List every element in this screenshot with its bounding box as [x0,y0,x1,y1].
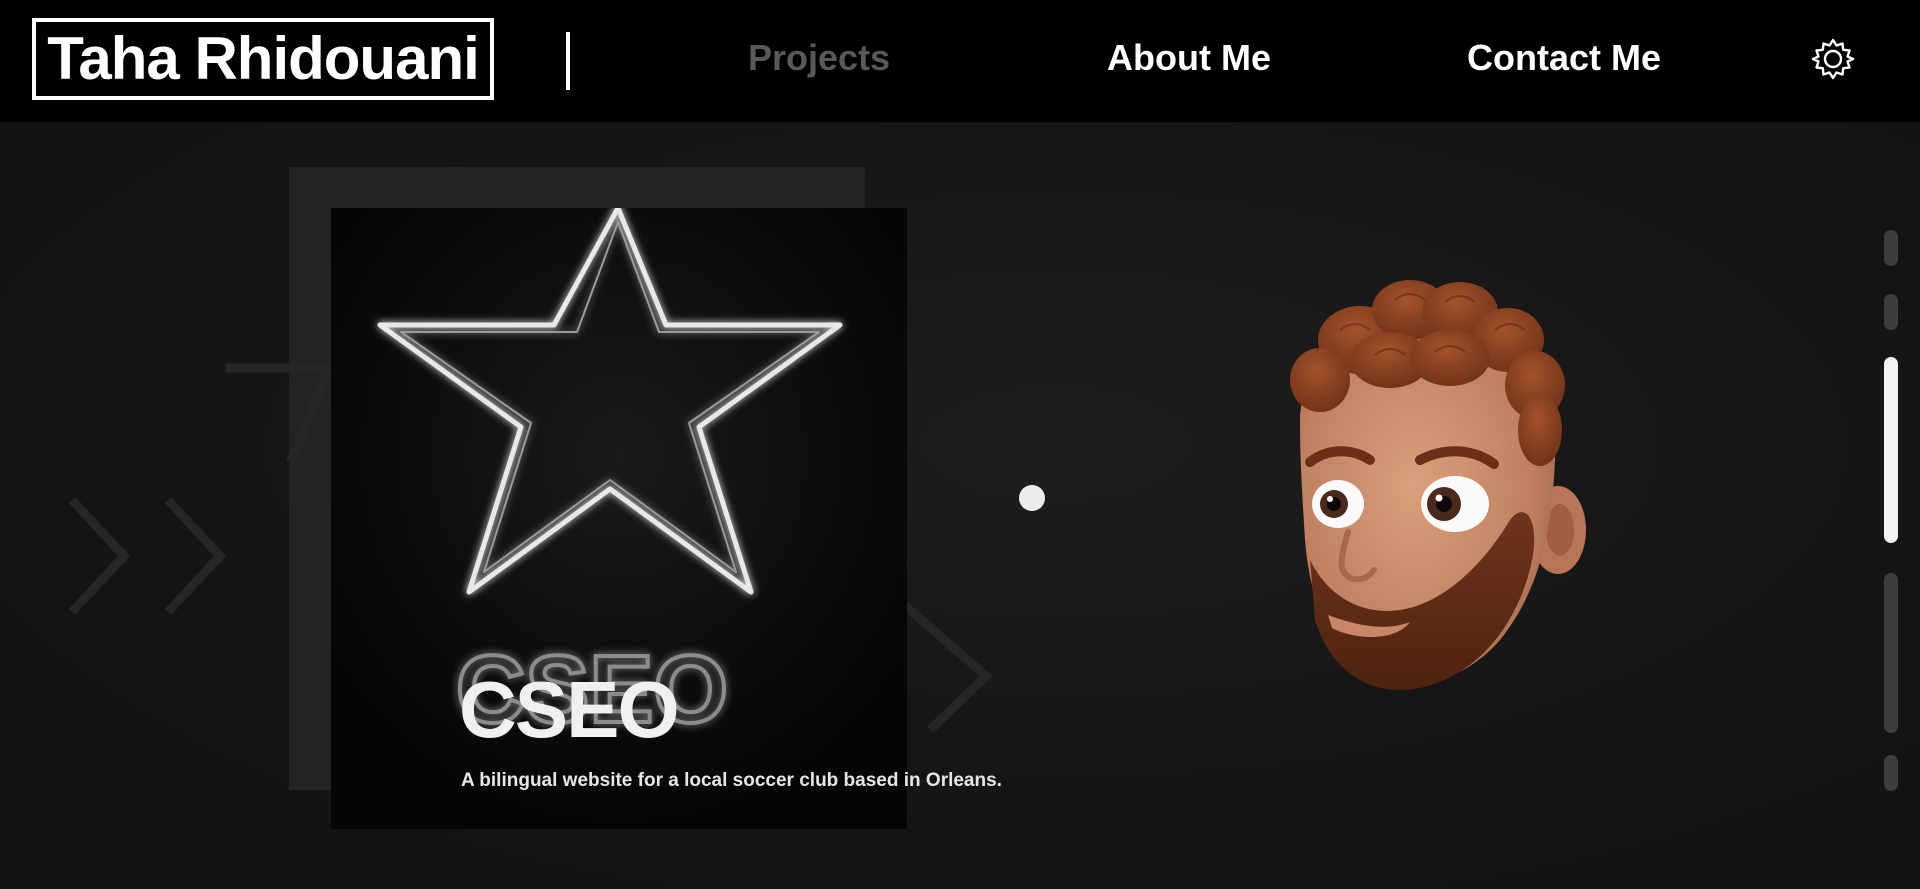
section-pager [1884,230,1898,800]
pager-segment-5[interactable] [1884,755,1898,791]
top-nav: Taha Rhidouani Projects About Me Contact… [0,0,1920,122]
logo[interactable]: Taha Rhidouani [32,18,494,100]
nav-link-contact[interactable]: Contact Me [1467,36,1661,79]
gear-icon[interactable] [1810,36,1856,82]
page: Taha Rhidouani Projects About Me Contact… [0,0,1920,889]
avatar [1290,280,1586,691]
project-description: A bilingual website for a local soccer c… [461,770,1002,791]
nav-divider [566,32,570,90]
nav-link-about[interactable]: About Me [1107,36,1271,79]
logo-text: Taha Rhidouani [47,25,480,92]
decorative-shapes [68,363,993,734]
nav-link-projects[interactable]: Projects [748,36,890,79]
project-card[interactable]: CSEO CSEO A bilingual website for a loca… [331,208,1002,829]
project-title: CSEO [459,665,680,754]
pager-segment-2[interactable] [1884,294,1898,330]
pager-segment-1[interactable] [1884,230,1898,266]
pager-segment-4[interactable] [1884,573,1898,733]
pager-segment-3[interactable] [1884,357,1898,543]
indicator-dot [1019,485,1045,511]
